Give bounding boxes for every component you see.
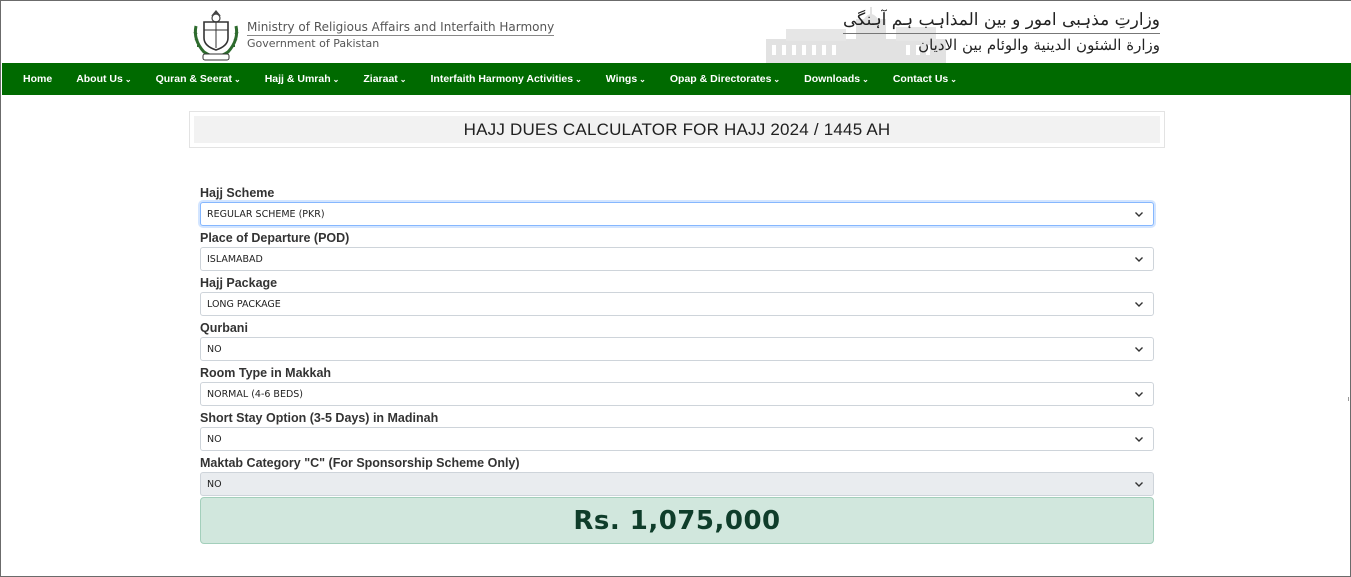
select-value: ISLAMABAD [207,253,263,265]
short-stay-madinah-select[interactable]: NO [200,427,1154,451]
chevron-down-icon: ⌄ [773,74,781,84]
hajj-scheme-select[interactable]: REGULAR SCHEME (PKR) [200,202,1154,226]
chevron-down-icon: ⌄ [332,74,340,84]
ministry-title-urdu: وزارتِ مذہبی امور و بین المذاہب ہم آہنگی [843,9,1160,34]
field-label: Hajj Scheme [200,186,275,200]
ministry-title-en[interactable]: Ministry of Religious Affairs and Interf… [247,20,555,36]
nav-label: Downloads [804,73,861,85]
chevron-down-icon: ⌄ [575,74,582,84]
field-room-type-makkah: Room Type in Makkah NORMAL (4-6 BEDS) [200,364,1154,409]
nav-label: About Us [76,73,123,85]
ministry-name[interactable]: Ministry of Religious Affairs and Interf… [247,16,555,51]
select-value: NORMAL (4-6 BEDS) [207,388,304,400]
place-of-departure-select[interactable]: ISLAMABAD [200,247,1154,271]
government-title-en: Government of Pakistan [247,37,380,50]
chevron-down-icon: ⌄ [234,74,241,84]
field-maktab-category-c: Maktab Category "C" (For Sponsorship Sch… [200,454,1154,499]
nav-label: Hajj & Umrah [264,73,331,85]
field-label: Hajj Package [200,276,278,290]
nav-item-downloads[interactable]: Downloads ⌄ [804,73,869,85]
chevron-down-icon [1135,482,1143,487]
chevron-down-icon [1135,437,1143,442]
nav-item-opap-directorates[interactable]: Opap & Directorates ⌄ [670,73,780,85]
room-type-makkah-select[interactable]: NORMAL (4-6 BEDS) [200,382,1154,406]
chevron-down-icon: ⌄ [639,74,646,84]
hajj-package-select[interactable]: LONG PACKAGE [200,292,1154,316]
nav-item-ziaraat[interactable]: Ziaraat ⌄ [363,73,406,85]
nav-item-contact-us[interactable]: Contact Us ⌄ [893,73,957,85]
nav-item-home[interactable]: Home [23,73,52,85]
chevron-down-icon: ⌄ [124,74,132,84]
page-title-box: HAJJ DUES CALCULATOR FOR HAJJ 2024 / 144… [189,111,1165,148]
select-value: REGULAR SCHEME (PKR) [207,208,325,220]
field-label: Maktab Category "C" (For Sponsorship Sch… [200,456,520,470]
select-value: NO [207,343,222,355]
field-label: Place of Departure (POD) [200,231,350,245]
qurbani-select[interactable]: NO [200,337,1154,361]
chevron-down-icon [1135,302,1143,307]
hajj-calculator-form: Hajj Scheme REGULAR SCHEME (PKR) Place o… [200,184,1154,499]
select-value: NO [207,433,222,445]
nav-label: Ziaraat [363,73,398,85]
maktab-category-select[interactable]: NO [200,472,1154,496]
nav-item-quran-seerat[interactable]: Quran & Seerat ⌄ [156,73,241,85]
nav-label: Wings [605,73,638,85]
nav-item-wings[interactable]: Wings ⌄ [606,73,646,85]
chevron-down-icon [1135,212,1143,217]
nav-label: Interfaith Harmony Activities [430,73,574,85]
field-label: Qurbani [200,321,248,335]
pakistan-emblem-icon [193,10,239,61]
chevron-down-icon [1135,392,1143,397]
chevron-down-icon [1135,257,1143,262]
scrollbar-indicator [1348,397,1349,401]
ministry-name-urdu: وزارتِ مذہبی امور و بین المذاہب ہم آہنگی… [843,9,1160,56]
select-value: LONG PACKAGE [207,298,281,310]
field-hajj-package: Hajj Package LONG PACKAGE [200,274,1154,319]
chevron-down-icon: ⌄ [399,74,407,84]
nav-item-interfaith-harmony[interactable]: Interfaith Harmony Activities ⌄ [431,73,582,85]
nav-item-hajj-umrah[interactable]: Hajj & Umrah ⌄ [265,73,340,85]
nav-label: Contact Us [892,73,949,85]
nav-label: Quran & Seerat [155,73,233,85]
chevron-down-icon: ⌄ [862,74,869,84]
field-short-stay-madinah: Short Stay Option (3-5 Days) in Madinah … [200,409,1154,454]
nav-item-about-us[interactable]: About Us ⌄ [76,73,131,85]
field-label: Short Stay Option (3-5 Days) in Madinah [200,411,439,425]
field-qurbani: Qurbani NO [200,319,1154,364]
main-navigation: Home About Us ⌄ Quran & Seerat ⌄ Hajj & Um… [2,63,1351,95]
field-place-of-departure: Place of Departure (POD) ISLAMABAD [200,229,1154,274]
field-hajj-scheme: Hajj Scheme REGULAR SCHEME (PKR) [200,184,1154,229]
field-label: Room Type in Makkah [200,366,332,380]
select-value: NO [207,478,222,490]
chevron-down-icon [1135,347,1143,352]
nav-label: Opap & Directorates [669,73,772,85]
page-title: HAJJ DUES CALCULATOR FOR HAJJ 2024 / 144… [194,116,1160,143]
ministry-title-arabic: وزارة الشئون الدينية والوئام بين الاديان [918,36,1160,54]
nav-label: Home [23,73,53,85]
site-header: Ministry of Religious Affairs and Interf… [1,1,1351,63]
chevron-down-icon: ⌄ [950,74,957,84]
total-dues-amount: Rs. 1,075,000 [200,497,1154,544]
